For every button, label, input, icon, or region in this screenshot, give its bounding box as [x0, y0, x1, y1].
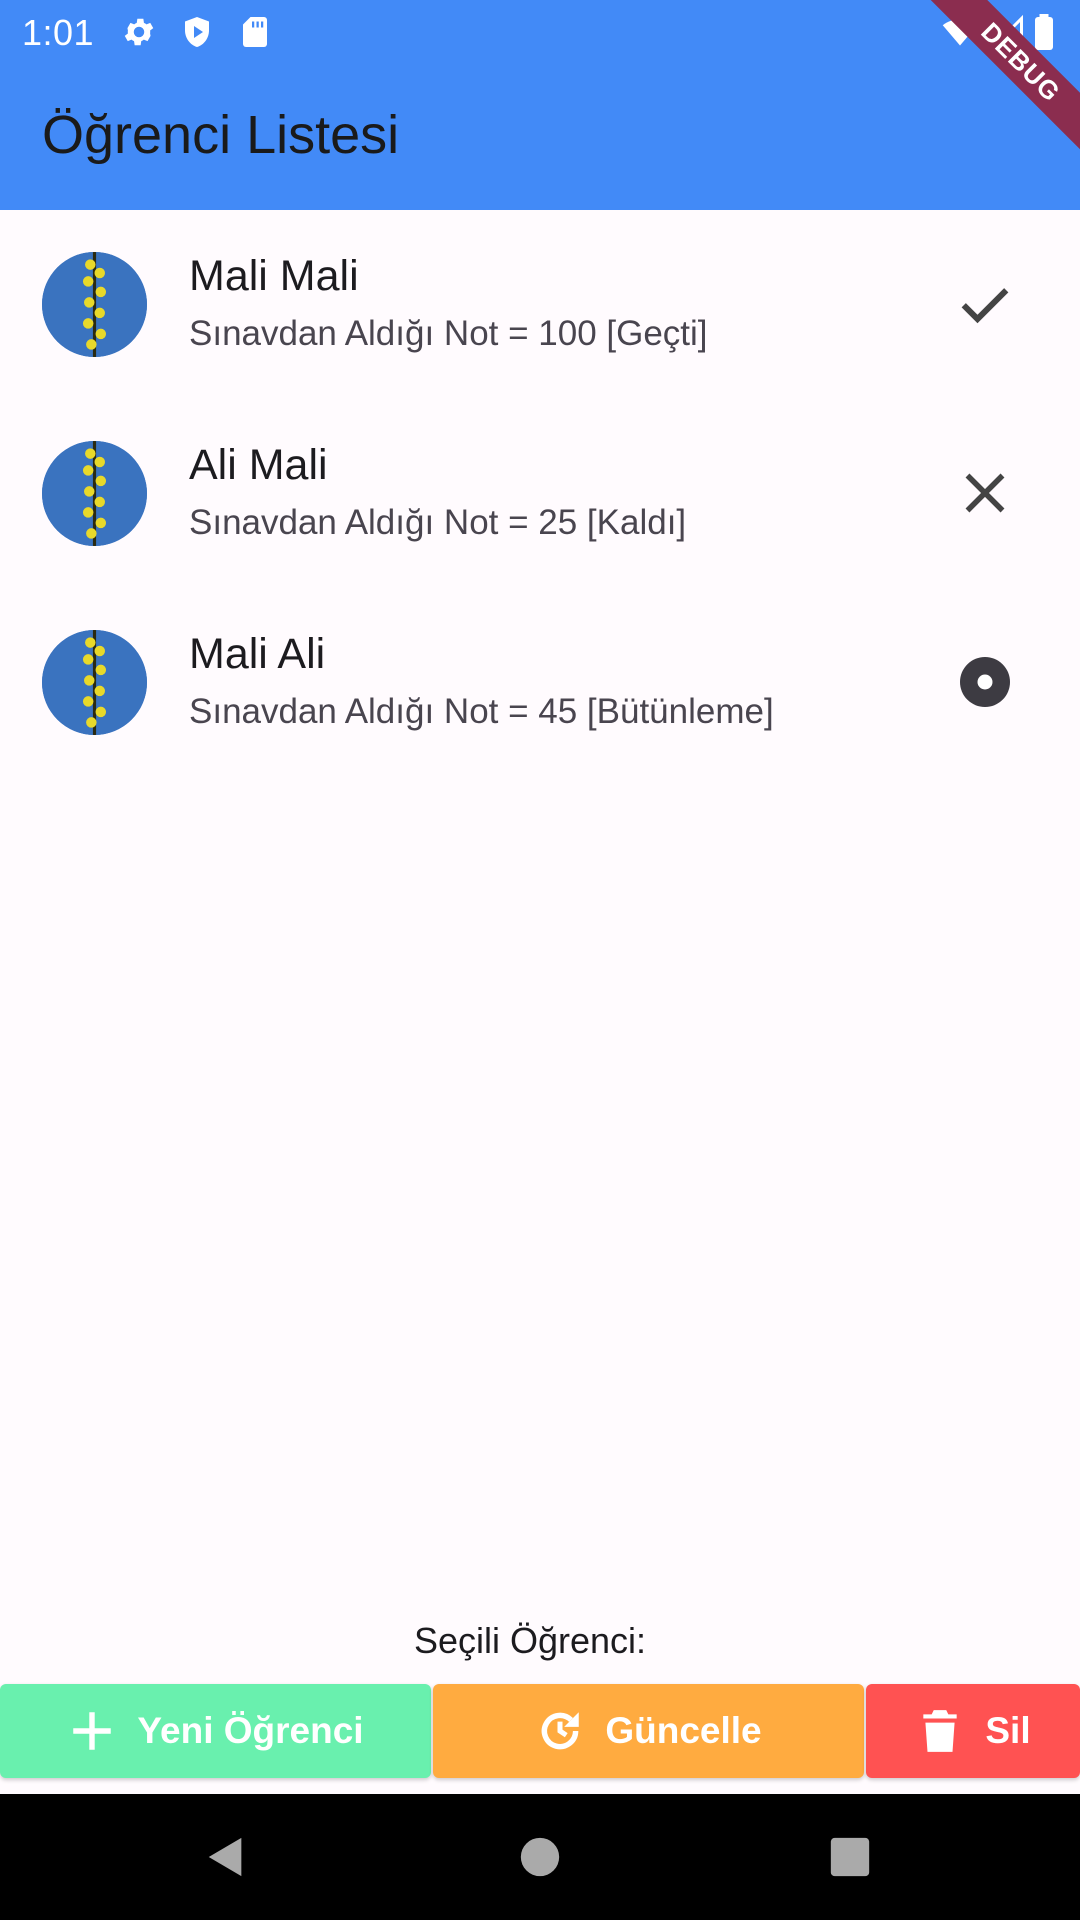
list-item[interactable]: Mali Ali Sınavdan Aldığı Not = 45 [Bütün…	[0, 588, 1080, 777]
header: 1:01 Öğrenci Listesi DEBUG	[0, 0, 1080, 210]
plus-icon	[67, 1706, 117, 1756]
radio-button-checked-icon	[955, 652, 1015, 712]
update-icon	[535, 1706, 585, 1756]
gear-icon	[121, 14, 157, 50]
student-name: Mali Mali	[189, 252, 359, 300]
list-item[interactable]: Mali Mali Sınavdan Aldığı Not = 100 [Geç…	[0, 210, 1080, 399]
student-grade: Sınavdan Aldığı Not = 25 [Kaldı]	[189, 503, 687, 542]
status-bar: 1:01	[0, 0, 1080, 63]
shield-icon	[179, 14, 215, 50]
add-student-label: Yeni Öğrenci	[137, 1710, 364, 1751]
status-time: 1:01	[22, 12, 95, 53]
check-icon	[955, 274, 1015, 334]
action-buttons: Yeni Öğrenci Güncelle Sil	[0, 1684, 1080, 1778]
sd-card-icon	[237, 14, 273, 50]
page-title: Öğrenci Listesi	[42, 105, 400, 165]
recents-icon[interactable]	[827, 1834, 873, 1880]
trash-icon	[915, 1706, 965, 1756]
back-icon[interactable]	[203, 1834, 249, 1880]
update-button[interactable]: Güncelle	[433, 1684, 864, 1778]
list-item[interactable]: Ali Mali Sınavdan Aldığı Not = 25 [Kaldı…	[0, 399, 1080, 588]
add-student-button[interactable]: Yeni Öğrenci	[0, 1684, 431, 1778]
avatar	[42, 441, 147, 546]
student-grade: Sınavdan Aldığı Not = 100 [Geçti]	[189, 314, 708, 353]
navigation-bar	[0, 1794, 1080, 1920]
delete-label: Sil	[985, 1710, 1031, 1751]
update-label: Güncelle	[605, 1710, 762, 1751]
student-name: Ali Mali	[189, 441, 328, 489]
avatar	[42, 630, 147, 735]
student-name: Mali Ali	[189, 630, 326, 678]
close-icon	[955, 463, 1015, 523]
battery-icon	[1030, 14, 1058, 50]
selected-student-label: Seçili Öğrenci:	[413, 1620, 647, 1661]
avatar	[42, 252, 147, 357]
student-grade: Sınavdan Aldığı Not = 45 [Bütünleme]	[189, 692, 774, 731]
delete-button[interactable]: Sil	[866, 1684, 1080, 1778]
home-icon[interactable]	[517, 1834, 563, 1880]
